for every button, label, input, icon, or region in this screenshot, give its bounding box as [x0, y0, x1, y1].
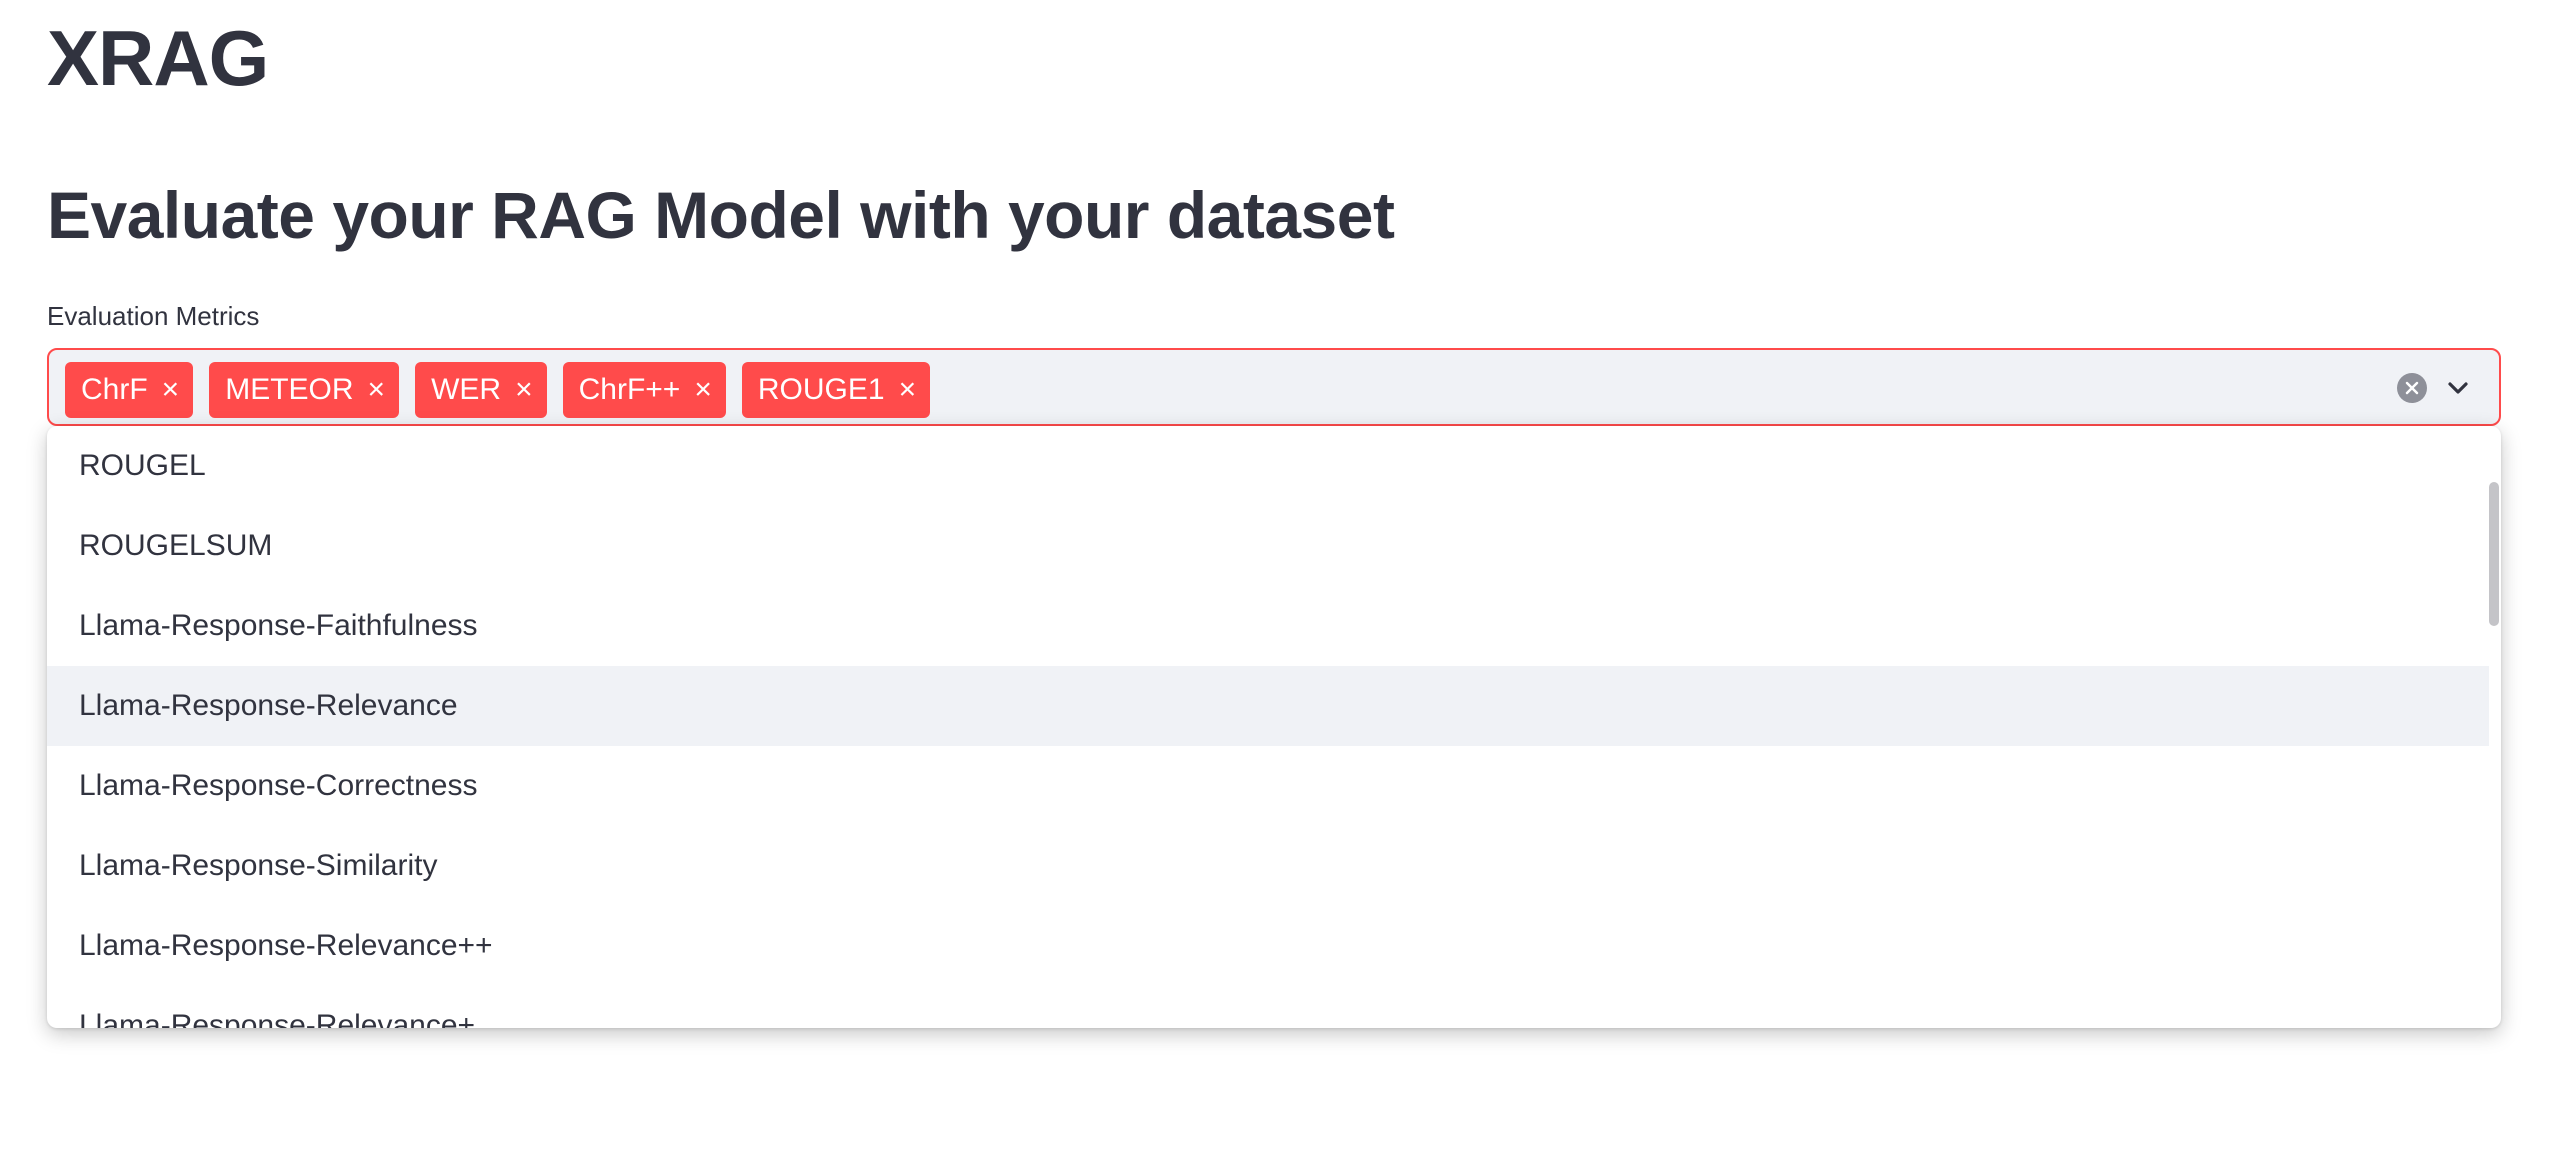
dropdown-scrollbar[interactable] [2487, 426, 2501, 1028]
option-llama-response-relevance[interactable]: Llama-Response-Relevance [47, 666, 2489, 746]
remove-chip-icon[interactable]: × [515, 375, 533, 405]
chip-rouge1: ROUGE1 × [741, 362, 931, 418]
remove-chip-icon[interactable]: × [694, 375, 712, 405]
chip-meteor: METEOR × [209, 362, 400, 418]
chip-label: METEOR [225, 373, 354, 406]
clear-all-icon[interactable] [2397, 373, 2427, 403]
remove-chip-icon[interactable]: × [899, 375, 917, 405]
option-rougel[interactable]: ROUGEL [47, 426, 2489, 506]
chip-label: ChrF [81, 373, 148, 406]
scrollbar-thumb[interactable] [2489, 482, 2499, 626]
option-llama-response-correctness[interactable]: Llama-Response-Correctness [47, 746, 2489, 826]
chip-label: ChrF++ [578, 373, 681, 406]
chevron-down-icon[interactable] [2443, 373, 2473, 403]
chip-label: WER [431, 373, 502, 406]
remove-chip-icon[interactable]: × [162, 375, 180, 405]
page: XRAG Evaluate your RAG Model with your d… [0, 0, 2556, 1176]
option-llama-response-relevance-plus[interactable]: Llama-Response-Relevance+ [47, 986, 2489, 1028]
remove-chip-icon[interactable]: × [368, 375, 386, 405]
chip-wer: WER × [415, 362, 547, 418]
option-llama-response-faithfulness[interactable]: Llama-Response-Faithfulness [47, 586, 2489, 666]
option-rougelsum[interactable]: ROUGELSUM [47, 506, 2489, 586]
metrics-dropdown-menu: ROUGEL ROUGELSUM Llama-Response-Faithful… [47, 426, 2501, 1028]
app-title: XRAG [47, 14, 269, 102]
options-list: ROUGEL ROUGELSUM Llama-Response-Faithful… [47, 426, 2489, 1028]
chip-chrf: ChrF × [65, 362, 194, 418]
option-llama-response-relevance-plus-plus[interactable]: Llama-Response-Relevance++ [47, 906, 2489, 986]
chip-label: ROUGE1 [757, 373, 885, 406]
page-title: Evaluate your RAG Model with your datase… [47, 178, 1395, 252]
chip-chrf-plus-plus: ChrF++ × [562, 362, 726, 418]
clear-x-glyph [2405, 381, 2419, 395]
metrics-select-label: Evaluation Metrics [47, 301, 260, 331]
selected-chips: ChrF × METEOR × WER × ChrF++ × ROUGE1 × [65, 362, 931, 418]
option-llama-response-similarity[interactable]: Llama-Response-Similarity [47, 826, 2489, 906]
metrics-multiselect[interactable]: ChrF × METEOR × WER × ChrF++ × ROUGE1 × [47, 348, 2501, 426]
